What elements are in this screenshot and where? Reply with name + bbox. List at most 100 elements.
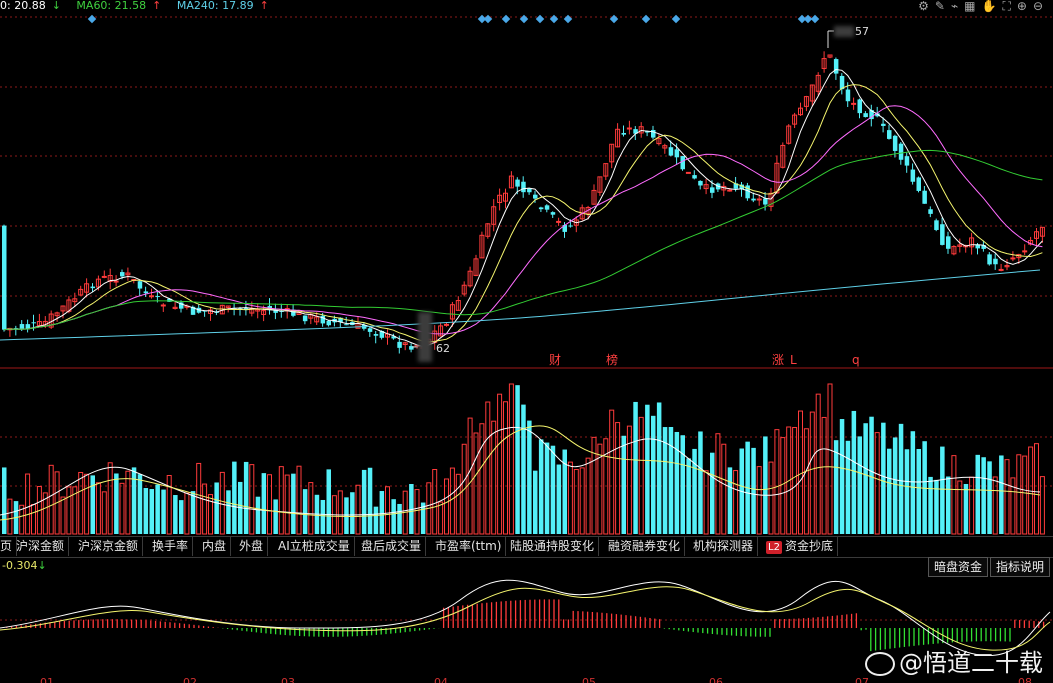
candle-down: [533, 194, 538, 199]
candle-down: [137, 281, 143, 289]
volume-bar-down: [845, 440, 851, 534]
tab-hs-amount[interactable]: 沪深金额: [12, 537, 70, 556]
candle-up: [149, 295, 154, 298]
volume-bar-up: [184, 492, 190, 535]
volume-bar-down: [155, 484, 160, 534]
candle-down: [892, 135, 898, 151]
volume-bar-down: [149, 489, 154, 534]
zoom-in-icon[interactable]: ⊕: [1017, 0, 1033, 13]
volume-bar-down: [698, 431, 703, 534]
volume-bar-up: [296, 465, 302, 535]
volume-bar-up: [567, 461, 573, 535]
l2-badge: L2: [766, 541, 782, 554]
volume-bar-up: [25, 473, 31, 535]
candle-up: [101, 275, 107, 278]
tab-bottom-fishing[interactable]: L2 资金抄底: [762, 537, 838, 556]
volume-bar-down: [391, 499, 396, 534]
volume-bar-down: [179, 500, 184, 534]
volume-bar-up: [798, 410, 803, 535]
volume-bar-up: [1022, 455, 1028, 535]
volume-bar-down: [887, 448, 892, 534]
indicator-help-button[interactable]: 指标说明: [990, 557, 1051, 577]
volume-bar-up: [449, 467, 455, 535]
volume-bar-down: [645, 404, 650, 534]
volume-bar-up: [1039, 476, 1045, 535]
calendar-icon[interactable]: ▦: [964, 0, 981, 13]
tab-inner[interactable]: 内盘: [198, 537, 232, 556]
candle-down: [25, 324, 31, 329]
volume-bar-down: [143, 488, 149, 534]
candle-down: [887, 130, 892, 139]
candle-up: [685, 171, 691, 174]
zoom-out-icon[interactable]: ⊖: [1033, 0, 1049, 13]
settings-icon[interactable]: ⚙: [918, 0, 935, 13]
hand-icon[interactable]: ✋: [982, 0, 1003, 13]
xaxis-month-label: 03: [281, 676, 295, 683]
ma-legend: 0: 20.88 ↓ MA60: 21.58 ↑ MA240: 17.89 ↑: [0, 0, 281, 12]
volume-bar-up: [497, 393, 503, 535]
volume-bar-down: [326, 469, 331, 534]
volume-bar-down: [379, 491, 385, 534]
tab-ai-volume[interactable]: AI立桩成交量: [274, 537, 355, 556]
volume-bar-down: [863, 423, 868, 534]
volume-bar-down: [668, 427, 674, 534]
pen-icon[interactable]: ✎: [935, 0, 951, 13]
volume-bar-up: [267, 474, 272, 535]
volume-bar-up: [874, 432, 880, 535]
volume-bar-up: [803, 428, 809, 535]
kline-chart[interactable]: 财榜涨 Lq01 02 03 04 05 06 07 08: [0, 0, 1053, 683]
candle-down: [751, 198, 756, 201]
volume-bar-down: [367, 467, 373, 534]
tab-northbound[interactable]: 陆股通持股变化: [506, 537, 600, 556]
candle-down: [698, 180, 703, 186]
candle-down: [31, 322, 36, 324]
candle-down: [863, 113, 868, 118]
candle-down: [674, 149, 680, 158]
event-diamond-icon: [483, 14, 493, 24]
volume-bar-up: [951, 455, 957, 535]
volume-bar-up: [78, 471, 84, 535]
candle-down: [987, 254, 992, 265]
tab-margin[interactable]: 融资融券变化: [604, 537, 686, 556]
tab-hsj-amount[interactable]: 沪深京金额: [74, 537, 144, 556]
volume-bar-up: [815, 393, 821, 535]
volume-bar-up: [84, 473, 90, 535]
volume-bar-down: [751, 447, 756, 534]
volume-bar-up: [249, 464, 255, 535]
volume-bar-down: [361, 469, 367, 534]
event-mark: L: [790, 353, 797, 367]
candle-up: [556, 220, 562, 223]
candle-down: [373, 334, 379, 336]
volume-bar-down: [910, 431, 916, 534]
candle-down: [898, 143, 904, 160]
volume-bar-down: [273, 499, 278, 534]
candle-down: [367, 328, 373, 332]
tab-turnover[interactable]: 换手率: [148, 537, 194, 556]
candle-down: [143, 291, 149, 294]
volume-bar-down: [621, 435, 626, 534]
tab-pe-ttm[interactable]: 市盈率(ttm): [431, 537, 507, 556]
volume-bar-up: [60, 496, 66, 535]
volume-bar-up: [219, 471, 225, 535]
blurred-high-price: [834, 26, 854, 37]
tab-institution[interactable]: 机构探测器: [689, 537, 759, 556]
toolbar-icons: ⚙✎⌁▦✋⛶⊕⊖: [918, 0, 1049, 14]
volume-bar-down: [350, 492, 355, 534]
volume-bar-down: [291, 473, 296, 534]
volume-bar-down: [999, 455, 1004, 534]
draw-icon[interactable]: ⌁: [951, 0, 964, 13]
tab-after-hours-volume[interactable]: 盘后成交量: [357, 537, 427, 556]
volume-bar-up: [337, 490, 343, 535]
candle-down: [326, 320, 331, 326]
dark-pool-button[interactable]: 暗盘资金: [928, 557, 989, 577]
tab-outer[interactable]: 外盘: [235, 537, 269, 556]
candle-up: [1010, 257, 1016, 260]
fullscreen-icon[interactable]: ⛶: [1002, 0, 1016, 13]
candle-up: [998, 268, 1004, 271]
xaxis-month-label: 02: [183, 676, 197, 683]
candle-up: [626, 127, 632, 130]
volume-bar-up: [503, 401, 508, 535]
candle-down: [710, 187, 715, 193]
volume-bar-up: [585, 457, 591, 535]
volume-bar-up: [107, 462, 113, 535]
